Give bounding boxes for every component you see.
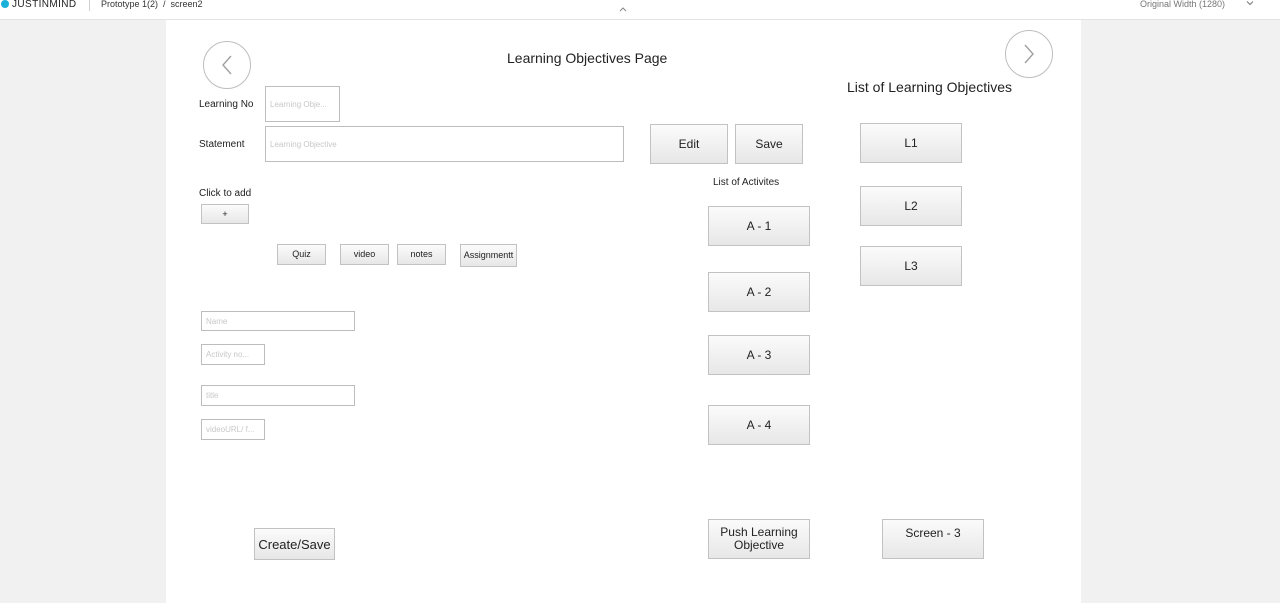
objective-item[interactable]: L2: [860, 186, 962, 226]
brand-name: JUSTINMIND: [12, 0, 77, 10]
top-toolbar: JUSTINMIND Prototype 1(2) / screen2 Origin…: [0, 0, 1280, 20]
chevron-up-icon[interactable]: [619, 4, 627, 14]
assignment-button[interactable]: Assignmentt: [460, 244, 517, 267]
save-button[interactable]: Save: [735, 124, 803, 164]
activity-title-input[interactable]: title: [201, 385, 355, 406]
chevron-right-icon: [1024, 44, 1034, 64]
activity-no-input[interactable]: Activity no...: [201, 344, 265, 365]
create-save-button[interactable]: Create/Save: [254, 528, 335, 560]
push-learning-objective-button[interactable]: Push Learning Objective: [708, 519, 810, 559]
quiz-button[interactable]: Quiz: [277, 244, 326, 265]
activity-name-input[interactable]: Name: [201, 311, 355, 331]
statement-input[interactable]: Learning Objective: [265, 126, 624, 162]
width-selector[interactable]: Original Width (1280): [1140, 0, 1225, 9]
objectives-list-heading: List of Learning Objectives: [847, 79, 1012, 95]
add-activity-button[interactable]: +: [201, 204, 249, 224]
learning-no-input[interactable]: Learning Obje...: [265, 86, 340, 122]
statement-label: Statement: [199, 139, 245, 150]
objective-item[interactable]: L3: [860, 246, 962, 286]
breadcrumb-screen[interactable]: screen2: [171, 0, 203, 9]
activity-item[interactable]: A - 3: [708, 335, 810, 375]
chevron-left-icon: [222, 55, 232, 75]
prototype-canvas: Learning Objectives Page List of Learnin…: [166, 20, 1081, 603]
screen-3-button[interactable]: Screen - 3: [882, 519, 984, 559]
brand-logo-icon: [1, 0, 9, 8]
push-button-line-2: Objective: [733, 538, 785, 552]
breadcrumb: Prototype 1(2) / screen2: [101, 0, 203, 9]
video-button[interactable]: video: [340, 244, 389, 265]
notes-button[interactable]: notes: [397, 244, 446, 265]
back-button[interactable]: [203, 41, 251, 89]
breadcrumb-project[interactable]: Prototype 1(2): [101, 0, 158, 9]
activity-item[interactable]: A - 4: [708, 405, 810, 445]
page-title: Learning Objectives Page: [507, 50, 668, 66]
learning-no-label: Learning No: [199, 99, 254, 110]
objective-item[interactable]: L1: [860, 123, 962, 163]
next-button[interactable]: [1005, 30, 1053, 78]
activity-item[interactable]: A - 1: [708, 206, 810, 246]
click-to-add-label: Click to add: [199, 188, 252, 199]
toolbar-divider: [89, 0, 90, 11]
breadcrumb-separator: /: [163, 0, 166, 9]
chevron-down-icon[interactable]: [1246, 0, 1254, 8]
video-url-input[interactable]: videoURL/ f...: [201, 419, 265, 440]
activity-item[interactable]: A - 2: [708, 272, 810, 312]
edit-button[interactable]: Edit: [650, 124, 728, 164]
activities-heading: List of Activites: [713, 177, 780, 188]
